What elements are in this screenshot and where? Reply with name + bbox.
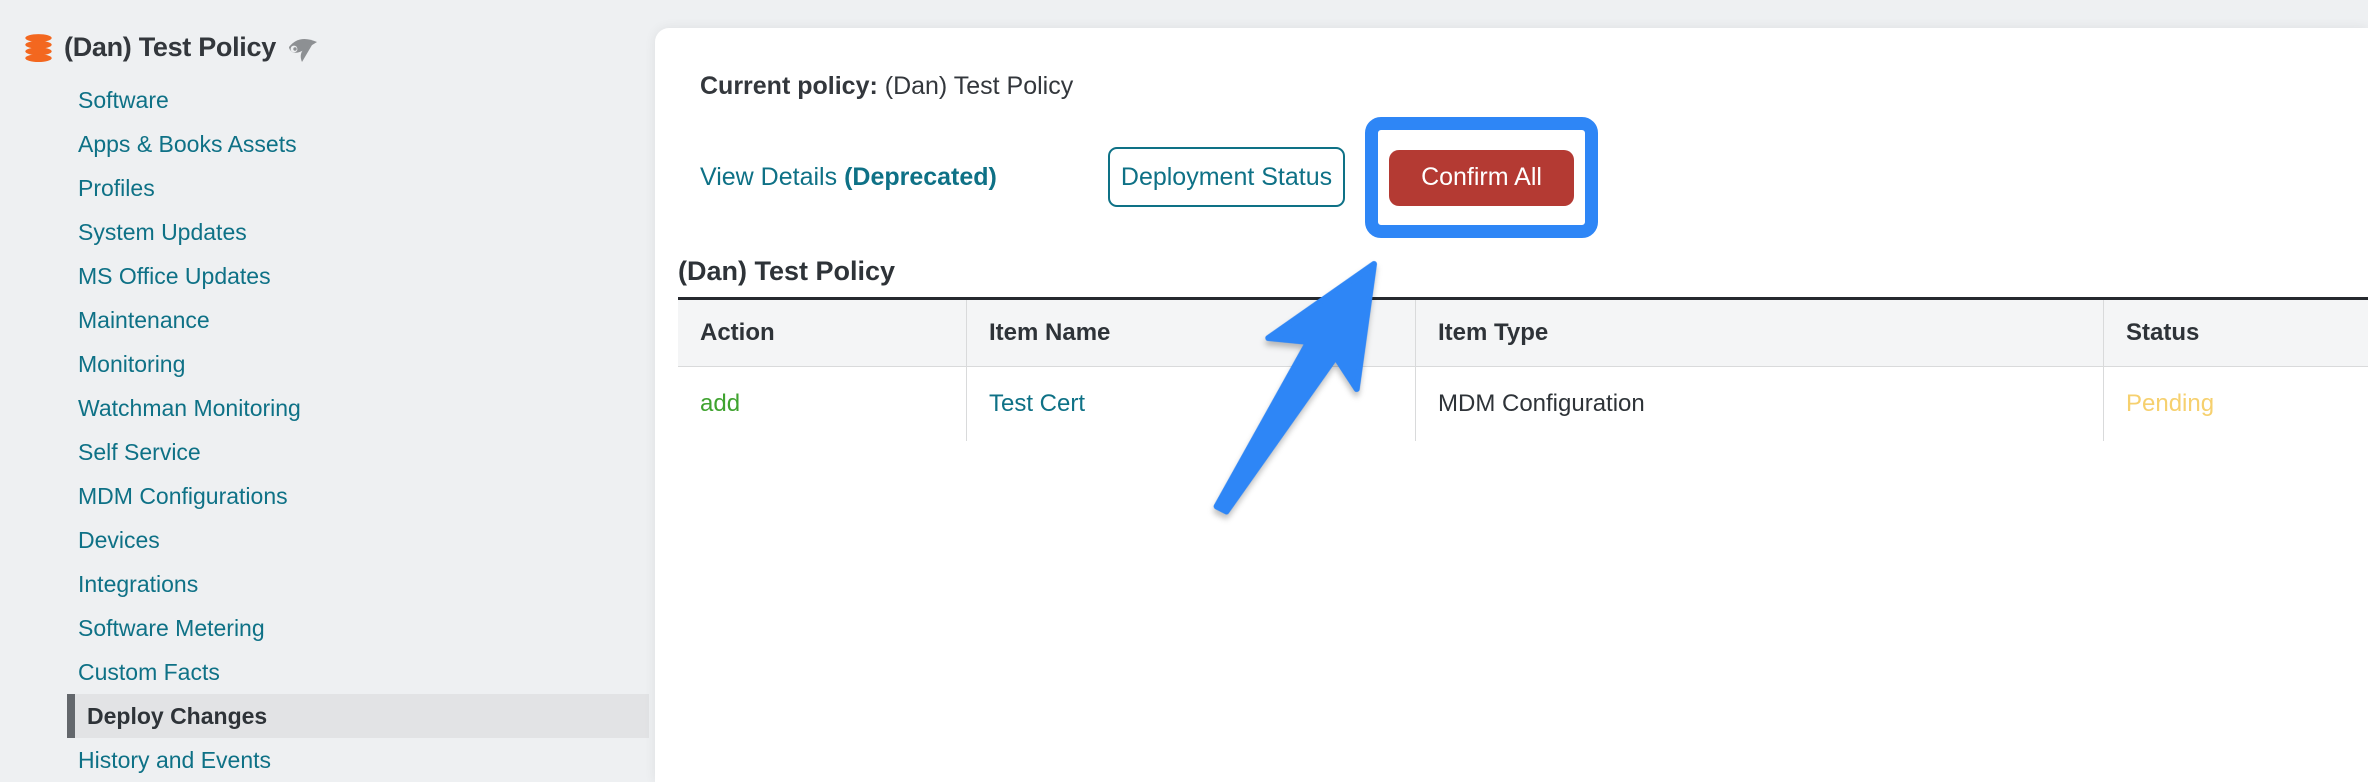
sidebar-item-system-updates[interactable]: System Updates [0, 210, 655, 254]
app-window: (Dan) Test Policy Software Apps & Books … [0, 0, 2368, 782]
view-details-link[interactable]: View Details (Deprecated) [700, 147, 997, 207]
view-details-deprecated-text: (Deprecated) [844, 163, 997, 191]
sidebar-item-self-service[interactable]: Self Service [0, 430, 655, 474]
sidebar-item-monitoring[interactable]: Monitoring [0, 342, 655, 386]
sidebar-item-mdm-configurations[interactable]: MDM Configurations [0, 474, 655, 518]
sidebar-item-software[interactable]: Software [0, 78, 655, 122]
sidebar-item-integrations[interactable]: Integrations [0, 562, 655, 606]
deployment-status-button[interactable]: Deployment Status [1108, 147, 1345, 207]
current-policy-label: Current policy: [700, 72, 878, 100]
sidebar-item-history-and-events[interactable]: History and Events [0, 738, 655, 782]
sidebar-item-profiles[interactable]: Profiles [0, 166, 655, 210]
sidebar-item-ms-office-updates[interactable]: MS Office Updates [0, 254, 655, 298]
sidebar-item-custom-facts[interactable]: Custom Facts [0, 650, 655, 694]
annotation-highlight-box: Confirm All [1365, 117, 1598, 238]
sidebar-header: (Dan) Test Policy [24, 32, 319, 63]
cell-item-name-link[interactable]: Test Cert [966, 367, 1415, 441]
sidebar-item-software-metering[interactable]: Software Metering [0, 606, 655, 650]
kiosk-bird-icon [287, 33, 319, 63]
sidebar-item-maintenance[interactable]: Maintenance [0, 298, 655, 342]
column-header-status: Status [2103, 300, 2368, 366]
sidebar-item-devices[interactable]: Devices [0, 518, 655, 562]
current-policy-line: Current policy: (Dan) Test Policy [700, 72, 1073, 101]
table-header-row: Action Item Name Item Type Status [678, 300, 2368, 367]
main-content-card: Current policy: (Dan) Test Policy View D… [655, 28, 2368, 782]
table-row: add Test Cert MDM Configuration Pending [678, 367, 2368, 441]
sidebar: (Dan) Test Policy Software Apps & Books … [0, 0, 655, 782]
deploy-changes-table: Action Item Name Item Type Status add Te… [678, 297, 2368, 441]
sidebar-item-apps-books-assets[interactable]: Apps & Books Assets [0, 122, 655, 166]
current-policy-value: (Dan) Test Policy [884, 72, 1074, 100]
column-header-item-name: Item Name [966, 300, 1415, 366]
sidebar-item-deploy-changes[interactable]: Deploy Changes [67, 694, 649, 738]
cell-status: Pending [2103, 367, 2368, 441]
policy-title: (Dan) Test Policy [64, 32, 276, 62]
policy-table-title: (Dan) Test Policy [678, 256, 896, 286]
cell-item-type: MDM Configuration [1415, 367, 2103, 441]
sidebar-nav: Software Apps & Books Assets Profiles Sy… [0, 78, 655, 782]
confirm-all-button[interactable]: Confirm All [1389, 149, 1574, 206]
cell-action: add [700, 390, 741, 417]
sidebar-item-watchman-monitoring[interactable]: Watchman Monitoring [0, 386, 655, 430]
column-header-action: Action [700, 319, 775, 346]
view-details-text: View Details [700, 163, 838, 191]
database-icon [24, 33, 53, 62]
column-header-item-type: Item Type [1415, 300, 2103, 366]
